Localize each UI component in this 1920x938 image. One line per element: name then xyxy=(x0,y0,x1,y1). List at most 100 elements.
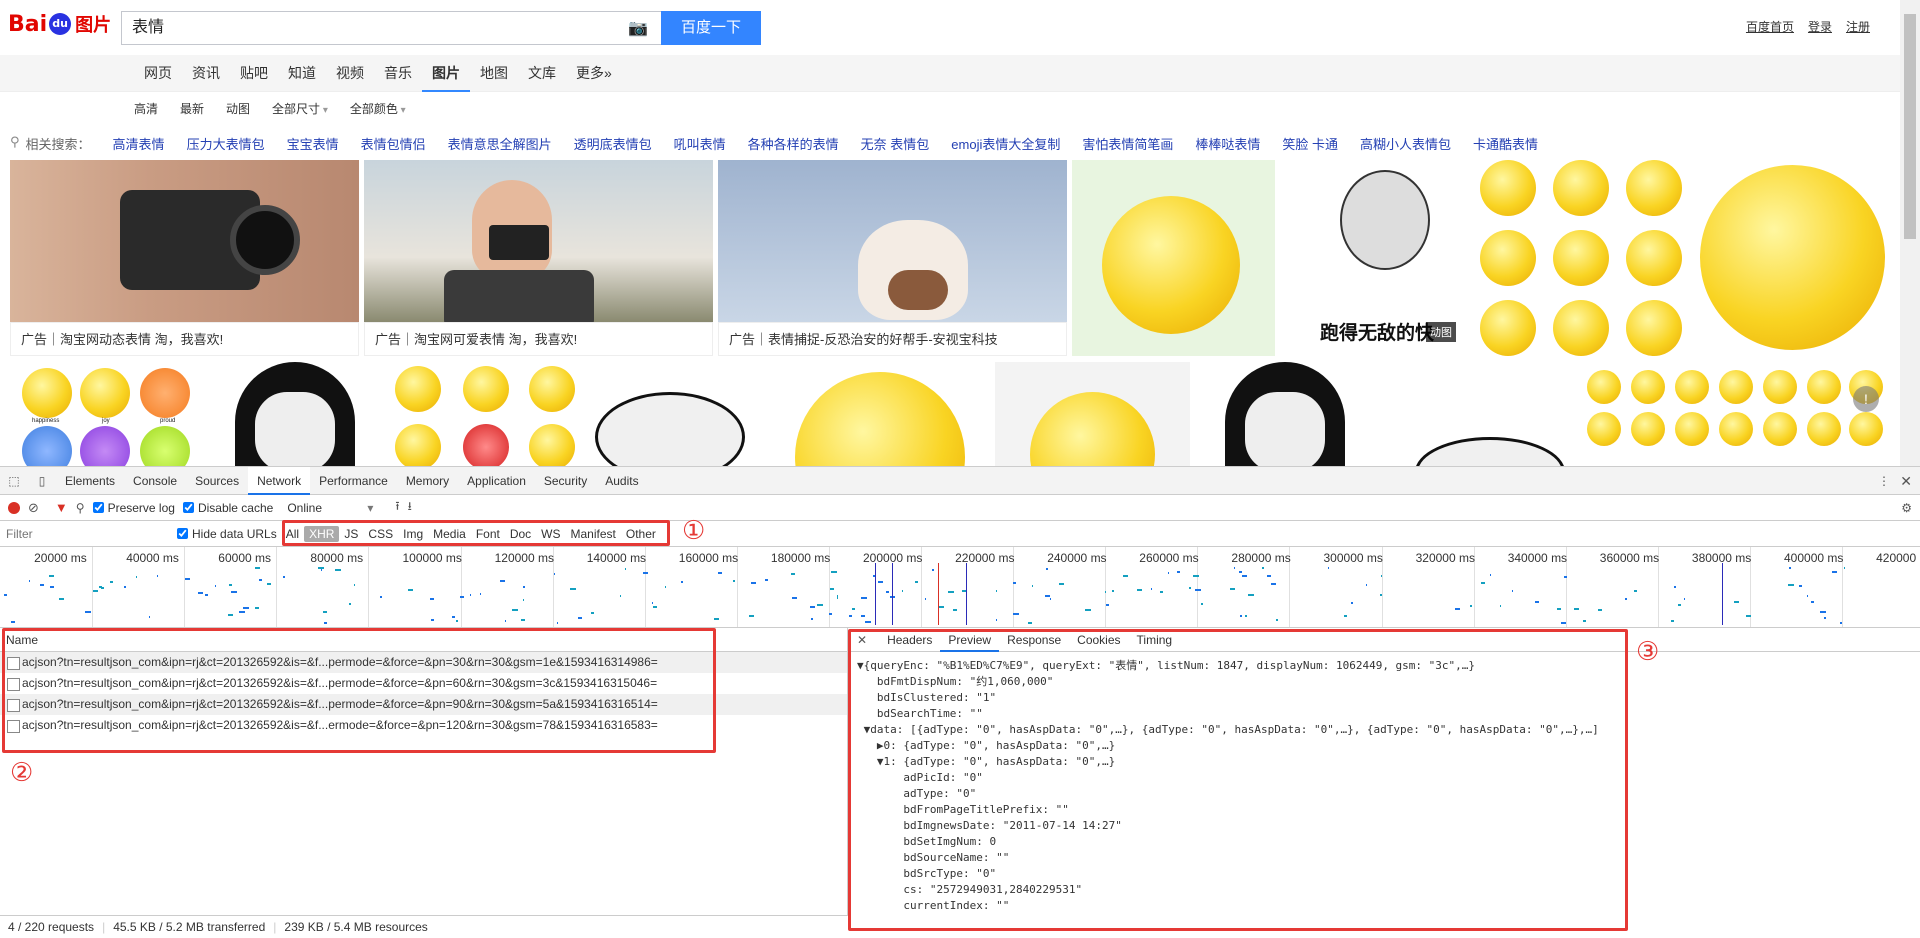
related-link[interactable]: 害怕表情简笔画 xyxy=(1082,134,1173,153)
image-tile[interactable]: happiness joy proud xyxy=(10,362,210,466)
related-link[interactable]: 高糊小人表情包 xyxy=(1360,134,1451,153)
search-icon[interactable]: ⚲ xyxy=(76,501,85,515)
search-button[interactable]: 百度一下 xyxy=(661,11,761,45)
nav-item[interactable]: 更多» xyxy=(566,55,622,92)
related-link[interactable]: 表情包情侣 xyxy=(361,134,426,153)
json-line[interactable]: cs: "2572949031,2840229531" xyxy=(857,882,1920,898)
devtools-tab[interactable]: Memory xyxy=(397,467,458,495)
related-link[interactable]: 笑脸 卡通 xyxy=(1282,134,1338,153)
image-tile[interactable] xyxy=(775,362,990,466)
page-scrollbar[interactable] xyxy=(1900,0,1920,466)
ad-card[interactable]: 广告｜淘宝网动态表情 淘，我喜欢! xyxy=(10,160,359,356)
image-tile[interactable] xyxy=(1690,160,1890,356)
type-filter[interactable]: Font xyxy=(471,526,505,542)
inspect-icon[interactable]: ⬚ xyxy=(0,474,28,488)
filter-hd[interactable]: 高清 xyxy=(134,100,158,117)
related-link[interactable]: 无奈 表情包 xyxy=(861,134,930,153)
json-line[interactable]: bdFmtDispNum: "约1,060,000" xyxy=(857,674,1920,690)
request-row[interactable]: acjson?tn=resultjson_com&ipn=rj&ct=20132… xyxy=(0,652,847,673)
devtools-tab[interactable]: Sources xyxy=(186,467,248,495)
devtools-tab[interactable]: Elements xyxy=(56,467,124,495)
type-filter[interactable]: CSS xyxy=(363,526,398,542)
json-line[interactable]: currentIndex: "" xyxy=(857,898,1920,914)
nav-item[interactable]: 知道 xyxy=(278,55,326,92)
network-overview-timeline[interactable]: 20000 ms 40000 ms 60000 ms 80000 ms 100000 m… xyxy=(0,547,1920,628)
type-filter[interactable]: Other xyxy=(621,526,661,542)
filter-input[interactable] xyxy=(0,523,165,544)
ad-card[interactable]: 广告｜表情捕捉-反恐治安的好帮手-安视宝科技 xyxy=(718,160,1067,356)
clear-icon[interactable]: ⊘ xyxy=(28,500,39,516)
json-line[interactable]: bdIsClustered: "1" xyxy=(857,690,1920,706)
json-line[interactable]: ▼data: [{adType: "0", hasAspData: "0",…}… xyxy=(857,722,1920,738)
related-link[interactable]: emoji表情大全复制 xyxy=(951,134,1060,153)
related-link[interactable]: 棒棒哒表情 xyxy=(1195,134,1260,153)
devtools-tab[interactable]: Security xyxy=(535,467,596,495)
nav-item[interactable]: 图片 xyxy=(422,55,470,92)
image-tile[interactable]: ! xyxy=(1585,362,1890,466)
json-line[interactable]: bdSrcType: "0" xyxy=(857,866,1920,882)
type-filter[interactable]: Doc xyxy=(505,526,536,542)
request-row[interactable]: acjson?tn=resultjson_com&ipn=rj&ct=20132… xyxy=(0,715,847,736)
json-line[interactable]: bdFromPageTitlePrefix: "" xyxy=(857,802,1920,818)
preserve-log-checkbox[interactable]: Preserve log xyxy=(92,501,175,515)
related-link[interactable]: 透明底表情包 xyxy=(574,134,652,153)
related-link[interactable]: 压力大表情包 xyxy=(187,134,265,153)
json-line[interactable]: ▼1: {adType: "0", hasAspData: "0",…} xyxy=(857,754,1920,770)
detail-tab[interactable]: Preview xyxy=(940,628,1000,652)
nav-item[interactable]: 音乐 xyxy=(374,55,422,92)
type-filter[interactable]: WS xyxy=(536,526,565,542)
json-line[interactable]: bdSetImgNum: 0 xyxy=(857,834,1920,850)
devtools-tab[interactable]: Network xyxy=(248,466,311,495)
filter-animated[interactable]: 动图 xyxy=(226,100,250,117)
detail-tab[interactable]: Cookies xyxy=(1069,628,1128,652)
export-har-icon[interactable]: ⭳ xyxy=(408,497,412,518)
more-icon[interactable]: ⋮ xyxy=(1878,467,1890,495)
name-column-header[interactable]: Name xyxy=(0,628,847,652)
import-har-icon[interactable]: ⭱ xyxy=(395,497,399,518)
type-filter[interactable]: JS xyxy=(339,526,363,542)
detail-tab[interactable]: Response xyxy=(999,628,1069,652)
json-line[interactable]: ▶0: {adType: "0", hasAspData: "0",…} xyxy=(857,738,1920,754)
record-icon[interactable] xyxy=(8,501,20,514)
json-line[interactable]: bdSearchTime: "" xyxy=(857,706,1920,722)
feedback-icon[interactable]: ! xyxy=(1853,386,1879,412)
type-filter[interactable]: Img xyxy=(398,526,428,542)
request-row[interactable]: acjson?tn=resultjson_com&ipn=rj&ct=20132… xyxy=(0,694,847,715)
devtools-tab[interactable]: Performance xyxy=(310,467,397,495)
devtools-tab[interactable]: Audits xyxy=(596,467,647,495)
image-tile[interactable]: 跑得无敌的快 动图 xyxy=(1280,160,1480,356)
image-tile[interactable] xyxy=(1480,160,1685,356)
filter-size-dropdown[interactable]: 全部尺寸 xyxy=(272,100,328,117)
json-line[interactable]: bdSourceName: "" xyxy=(857,850,1920,866)
json-line[interactable]: bdImgnewsDate: "2011-07-14 14:27" xyxy=(857,818,1920,834)
register-link[interactable]: 注册 xyxy=(1846,18,1870,35)
related-link[interactable]: 高清表情 xyxy=(113,134,165,153)
type-filter[interactable]: All xyxy=(281,526,304,542)
related-link[interactable]: 各种各样的表情 xyxy=(748,134,839,153)
nav-item[interactable]: 文库 xyxy=(518,55,566,92)
image-tile[interactable] xyxy=(385,362,770,466)
related-link[interactable]: 吼叫表情 xyxy=(674,134,726,153)
nav-item[interactable]: 网页 xyxy=(134,55,182,92)
close-icon[interactable]: ✕ xyxy=(1900,467,1912,495)
image-tile[interactable] xyxy=(215,362,380,466)
close-icon[interactable]: ✕ xyxy=(857,633,867,647)
related-link[interactable]: 宝宝表情 xyxy=(287,134,339,153)
search-input[interactable]: 表情 xyxy=(121,11,661,45)
filter-latest[interactable]: 最新 xyxy=(180,100,204,117)
nav-item[interactable]: 资讯 xyxy=(182,55,230,92)
filter-color-dropdown[interactable]: 全部颜色 xyxy=(350,100,406,117)
image-tile[interactable] xyxy=(1195,362,1580,466)
detail-tab[interactable]: Headers xyxy=(879,628,940,652)
related-link[interactable]: 卡通酷表情 xyxy=(1473,134,1538,153)
ad-card[interactable]: 广告｜淘宝网可爱表情 淘，我喜欢! xyxy=(364,160,713,356)
image-tile[interactable] xyxy=(1072,160,1275,356)
json-line[interactable]: ▼{queryEnc: "%B1%ED%C7%E9", queryExt: "表… xyxy=(857,658,1920,674)
hide-data-urls-checkbox[interactable]: Hide data URLs xyxy=(177,527,277,541)
json-line[interactable]: adPicId: "0" xyxy=(857,770,1920,786)
preview-json[interactable]: ▼{queryEnc: "%B1%ED%C7%E9", queryExt: "表… xyxy=(849,652,1920,915)
type-filter[interactable]: XHR xyxy=(304,525,340,542)
request-row[interactable]: acjson?tn=resultjson_com&ipn=rj&ct=20132… xyxy=(0,673,847,694)
throttle-select[interactable]: Online xyxy=(287,501,359,515)
nav-item[interactable]: 视频 xyxy=(326,55,374,92)
